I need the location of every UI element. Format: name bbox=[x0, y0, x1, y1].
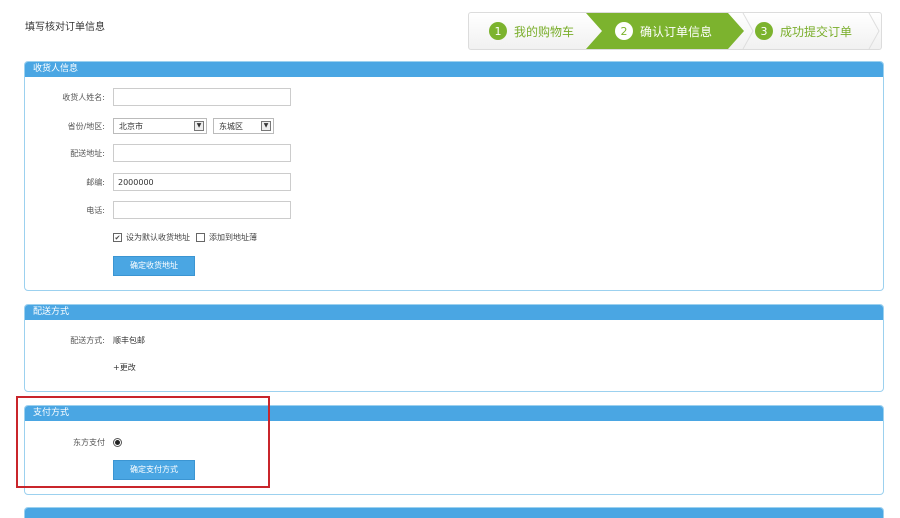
step-submit-order: 3 成功提交订单 bbox=[755, 13, 852, 49]
step-label: 成功提交订单 bbox=[780, 24, 853, 39]
checkout-steps: 1 我的购物车 2 确认订单信息 3 成功提交订单 bbox=[468, 12, 882, 50]
phone-input[interactable] bbox=[113, 201, 291, 219]
default-address-checkbox[interactable]: ✔ bbox=[113, 233, 122, 242]
step-number: 2 bbox=[615, 22, 633, 40]
district-value: 东城区 bbox=[219, 121, 243, 131]
payment-option-row: 东方支付 bbox=[25, 437, 122, 448]
payment-option-label: 东方支付 bbox=[73, 438, 105, 447]
step-number: 1 bbox=[489, 22, 507, 40]
panel-header: 收货人信息 bbox=[25, 62, 883, 77]
shipping-panel: 配送方式 配送方式: 顺丰包邮 +更改 bbox=[24, 304, 884, 392]
page-title: 填写核对订单信息 bbox=[25, 22, 105, 33]
region-row: 省份/地区: 北京市 ▼ 东城区 ▼ bbox=[25, 116, 280, 136]
step-number: 3 bbox=[755, 22, 773, 40]
zip-row: 邮编: bbox=[25, 172, 291, 192]
address-label: 配送地址: bbox=[70, 148, 105, 158]
receiver-name-row: 收货人姓名: bbox=[25, 87, 291, 107]
confirm-payment-button[interactable]: 确定支付方式 bbox=[113, 460, 195, 480]
add-to-addressbook-checkbox[interactable] bbox=[196, 233, 205, 242]
default-address-label: 设为默认收货地址 bbox=[126, 233, 190, 242]
phone-label: 电话: bbox=[86, 205, 105, 215]
address-options: ✔ 设为默认收货地址 添加到地址薄 bbox=[113, 232, 257, 243]
zip-label: 邮编: bbox=[86, 177, 105, 187]
address-row: 配送地址: bbox=[25, 143, 291, 163]
payment-option-radio[interactable] bbox=[113, 438, 122, 447]
next-panel bbox=[24, 507, 884, 518]
shipping-method-value: 顺丰包邮 bbox=[113, 336, 145, 345]
receiver-name-input[interactable] bbox=[113, 88, 291, 106]
step-separator-icon bbox=[742, 13, 754, 49]
confirm-address-button[interactable]: 确定收货地址 bbox=[113, 256, 195, 276]
phone-row: 电话: bbox=[25, 200, 291, 220]
region-label: 省份/地区: bbox=[67, 121, 105, 131]
zip-input[interactable] bbox=[113, 173, 291, 191]
panel-header: 支付方式 bbox=[25, 406, 883, 421]
payment-panel: 支付方式 东方支付 确定支付方式 bbox=[24, 405, 884, 495]
province-value: 北京市 bbox=[119, 121, 143, 131]
step-label: 我的购物车 bbox=[514, 24, 575, 39]
receiver-panel: 收货人信息 收货人姓名: 省份/地区: 北京市 ▼ 东城区 ▼ 配送地址: 邮编… bbox=[24, 61, 884, 291]
change-shipping-link[interactable]: +更改 bbox=[113, 362, 136, 373]
add-to-addressbook-label: 添加到地址薄 bbox=[209, 233, 257, 242]
step-label: 确认订单信息 bbox=[640, 24, 713, 39]
shipping-method-row: 配送方式: 顺丰包邮 bbox=[25, 335, 145, 346]
province-select[interactable]: 北京市 ▼ bbox=[113, 118, 207, 134]
radio-selected-dot bbox=[115, 440, 120, 445]
address-input[interactable] bbox=[113, 144, 291, 162]
step-end-icon bbox=[868, 13, 880, 49]
chevron-down-icon: ▼ bbox=[261, 121, 271, 131]
panel-header bbox=[25, 508, 883, 518]
receiver-name-label: 收货人姓名: bbox=[62, 92, 105, 102]
district-select[interactable]: 东城区 ▼ bbox=[213, 118, 274, 134]
step-cart[interactable]: 1 我的购物车 bbox=[489, 13, 574, 49]
panel-header: 配送方式 bbox=[25, 305, 883, 320]
shipping-method-label: 配送方式: bbox=[70, 336, 105, 345]
order-confirm-page: 填写核对订单信息 1 我的购物车 2 确认订单信息 3 成功提交订单 收货人信息… bbox=[0, 0, 900, 518]
chevron-down-icon: ▼ bbox=[194, 121, 204, 131]
step-confirm-order: 2 确认订单信息 bbox=[615, 13, 712, 49]
